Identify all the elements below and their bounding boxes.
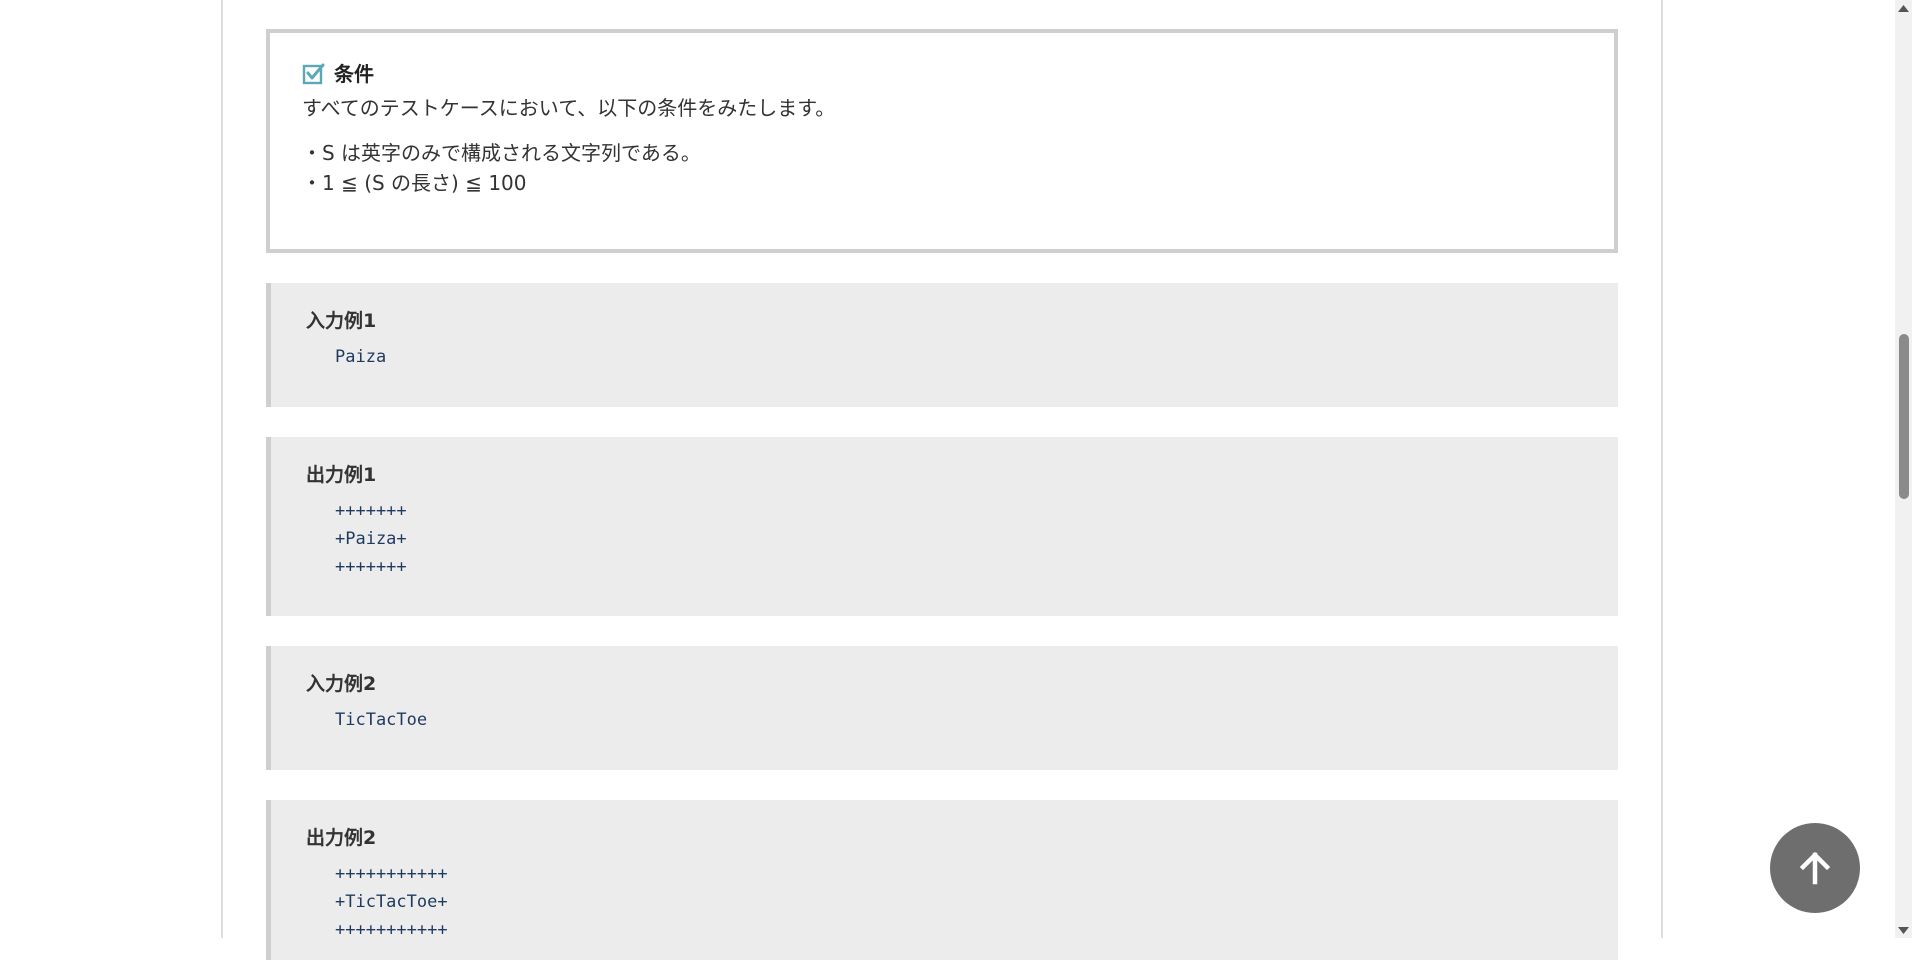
conditions-header: 条件 xyxy=(302,55,374,89)
condition-item: ・S は英字のみで構成される文字列である。 xyxy=(302,141,701,165)
conditions-panel: 条件 すべてのテストケースにおいて、以下の条件をみたします。 ・S は英字のみで… xyxy=(266,29,1618,253)
example-title: 出力例1 xyxy=(306,464,377,486)
output-example-1: 出力例1 +++++++ +Paiza+ +++++++ xyxy=(266,437,1618,616)
conditions-title: 条件 xyxy=(334,61,374,86)
input-example-2: 入力例2 TicTacToe xyxy=(266,646,1618,770)
page: 条件 すべてのテストケースにおいて、以下の条件をみたします。 ・S は英字のみで… xyxy=(0,0,1895,960)
scrollbar-thumb[interactable] xyxy=(1899,334,1909,499)
scroll-down-arrow-icon[interactable] xyxy=(1895,921,1912,938)
condition-item: ・1 ≦ (S の長さ) ≦ 100 xyxy=(302,171,527,195)
scroll-to-top-button[interactable] xyxy=(1770,823,1860,913)
checkbox-icon xyxy=(302,55,334,89)
example-code: +++++++++++ +TicTacToe+ +++++++++++ xyxy=(335,864,448,940)
arrow-up-icon xyxy=(1799,851,1831,885)
output-example-2: 出力例2 +++++++++++ +TicTacToe+ +++++++++++ xyxy=(266,800,1618,960)
scroll-up-arrow-icon[interactable] xyxy=(1895,0,1912,17)
example-title: 入力例1 xyxy=(306,310,377,332)
example-code: Paiza xyxy=(335,347,387,367)
example-title: 入力例2 xyxy=(306,673,377,695)
example-code: +++++++ +Paiza+ +++++++ xyxy=(335,501,407,577)
example-title: 出力例2 xyxy=(306,827,377,849)
conditions-description: すべてのテストケースにおいて、以下の条件をみたします。 xyxy=(302,96,836,120)
input-example-1: 入力例1 Paiza xyxy=(266,283,1618,407)
example-code: TicTacToe xyxy=(335,710,428,730)
vertical-scrollbar[interactable] xyxy=(1895,0,1912,938)
conditions-list: ・S は英字のみで構成される文字列である。 ・1 ≦ (S の長さ) ≦ 100 xyxy=(302,138,701,198)
